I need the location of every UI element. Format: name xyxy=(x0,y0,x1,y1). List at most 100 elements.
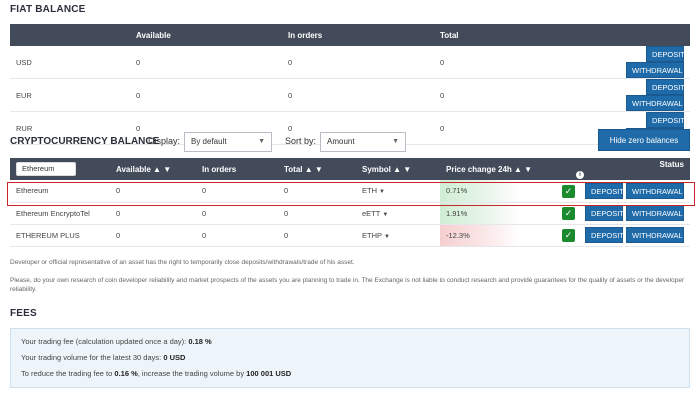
crypto-balance-title: CRYPTOCURRENCY BALANCE xyxy=(10,136,160,147)
display-select-value: By default xyxy=(191,137,227,146)
deposit-button-ethp[interactable]: DEPOSIT xyxy=(585,227,624,243)
fiat-header-total: Total xyxy=(440,30,459,40)
sort-label: Sort by: xyxy=(285,136,317,146)
crypto-toolbar: CRYPTOCURRENCY BALANCE Display: By defau… xyxy=(10,129,690,152)
fees-line-trading-fee: Your trading fee (calculation updated on… xyxy=(21,337,212,346)
fiat-actions: DEPOSITWITHDRAWAL xyxy=(584,46,690,79)
crypto-header-status: Status i xyxy=(552,158,690,180)
crypto-in-orders: 0 xyxy=(202,186,207,196)
fees-line2-text: Your trading volume for the latest 30 da… xyxy=(21,353,164,362)
fiat-header-actions xyxy=(584,24,690,46)
crypto-header-price-change[interactable]: Price change 24h ▲ ▼ xyxy=(440,158,552,180)
crypto-symbol[interactable]: ETHP ▼ xyxy=(356,224,440,246)
fiat-header-in-orders: In orders xyxy=(288,30,323,40)
deposit-button-eth[interactable]: DEPOSIT xyxy=(585,182,624,199)
crypto-available: 0 xyxy=(116,208,121,218)
fiat-total: 0 xyxy=(440,57,445,67)
withdrawal-button-usd[interactable]: WITHDRAWAL xyxy=(626,62,684,78)
crypto-symbol-text: ETHP xyxy=(362,230,383,240)
crypto-name: ETHEREUM PLUS xyxy=(16,230,80,240)
crypto-row-ethp: ETHEREUM PLUS 0 0 0 ETHP ▼ -12.3% ✓ DEPOSI… xyxy=(10,224,690,246)
fiat-available: 0 xyxy=(136,57,141,67)
crypto-symbol[interactable]: ETH ▼ xyxy=(356,180,440,202)
crypto-actions: ✓ DEPOSIT WITHDRAWAL xyxy=(552,180,690,202)
crypto-header-symbol[interactable]: Symbol ▲ ▼ xyxy=(356,158,440,180)
crypto-symbol-text: eETT xyxy=(362,208,381,218)
crypto-actions: ✓ DEPOSIT WITHDRAWAL xyxy=(552,224,690,246)
sort-select[interactable]: Amount ▼ xyxy=(320,132,406,152)
caret-down-icon: ▼ xyxy=(379,189,385,196)
sort-select-value: Amount xyxy=(327,137,355,146)
status-check-icon: ✓ xyxy=(562,229,575,242)
fees-line3-value-a: 0.16 % xyxy=(114,369,138,378)
fiat-row-usd: USD 0 0 0 DEPOSITWITHDRAWAL xyxy=(10,46,690,79)
hide-zero-balances-button[interactable]: Hide zero balances xyxy=(598,129,690,151)
fees-line1-value: 0.18 % xyxy=(188,337,212,346)
crypto-balance-table: Ethereum Available ▲ ▼ In orders Total ▲… xyxy=(10,158,690,247)
notice-text-2: Please, do your own research of coin dev… xyxy=(10,277,685,293)
deposit-button-eur[interactable]: DEPOSIT xyxy=(646,79,685,95)
info-icon[interactable]: i xyxy=(576,170,584,179)
crypto-header-total[interactable]: Total ▲ ▼ xyxy=(278,158,356,180)
status-check-icon: ✓ xyxy=(562,207,575,220)
fees-line3-text-a: To reduce the trading fee to xyxy=(21,369,115,378)
deposit-button-eett[interactable]: DEPOSIT xyxy=(585,205,624,221)
deposit-button-usd[interactable]: DEPOSIT xyxy=(646,46,685,62)
fees-line3-text-b: , increase the trading volume by xyxy=(137,369,247,378)
crypto-price-change: 0.71% xyxy=(440,180,552,202)
notice-text-1: Developer or official representative of … xyxy=(10,259,355,266)
fees-panel: Your trading fee (calculation updated on… xyxy=(10,328,690,388)
deposit-button-rur[interactable]: DEPOSIT xyxy=(646,112,685,128)
fiat-available: 0 xyxy=(136,90,141,100)
crypto-row-eett: Ethereum EncryptoTel 0 0 0 eETT ▼ 1.91% ✓… xyxy=(10,202,690,224)
crypto-header-in-orders: In orders xyxy=(202,164,237,174)
fiat-in-orders: 0 xyxy=(288,90,293,100)
crypto-symbol-text: ETH xyxy=(362,186,377,196)
fiat-header-available: Available xyxy=(136,30,171,40)
withdrawal-button-eth[interactable]: WITHDRAWAL xyxy=(626,182,684,199)
crypto-header-available[interactable]: Available ▲ ▼ xyxy=(110,158,196,180)
fees-line3-value-b: 100 001 USD xyxy=(246,369,292,378)
crypto-symbol[interactable]: eETT ▼ xyxy=(356,202,440,224)
chevron-down-icon: ▼ xyxy=(258,138,265,145)
crypto-total: 0 xyxy=(284,186,289,196)
display-select[interactable]: By default ▼ xyxy=(184,132,272,152)
fiat-header-row: Available In orders Total xyxy=(10,24,690,46)
crypto-in-orders: 0 xyxy=(202,230,207,240)
fiat-balance-title: FIAT BALANCE xyxy=(10,4,86,15)
crypto-search-input[interactable]: Ethereum xyxy=(16,162,76,176)
fiat-actions: DEPOSITWITHDRAWAL xyxy=(584,79,690,112)
withdrawal-button-eett[interactable]: WITHDRAWAL xyxy=(626,205,684,221)
crypto-header-search: Ethereum xyxy=(10,158,110,180)
withdrawal-button-ethp[interactable]: WITHDRAWAL xyxy=(626,227,684,243)
crypto-total: 0 xyxy=(284,208,289,218)
crypto-price-change: -12.3% xyxy=(440,224,552,246)
crypto-name: Ethereum EncryptoTel xyxy=(16,208,90,218)
status-header-label: Status xyxy=(659,159,684,169)
chevron-down-icon: ▼ xyxy=(392,138,399,145)
crypto-row-eth: Ethereum 0 0 0 ETH ▼ 0.71% ✓ DEPOSIT WITHDR… xyxy=(10,180,690,202)
caret-down-icon: ▼ xyxy=(384,233,390,240)
crypto-name: Ethereum xyxy=(16,186,49,196)
fiat-in-orders: 0 xyxy=(288,57,293,67)
fees-line-volume: Your trading volume for the latest 30 da… xyxy=(21,353,185,362)
withdrawal-button-eur[interactable]: WITHDRAWAL xyxy=(626,95,684,111)
caret-down-icon: ▼ xyxy=(382,211,389,218)
fiat-row-eur: EUR 0 0 0 DEPOSITWITHDRAWAL xyxy=(10,79,690,112)
fiat-total: 0 xyxy=(440,90,445,100)
fiat-header-currency xyxy=(10,24,130,46)
crypto-available: 0 xyxy=(116,186,121,196)
fiat-balance-table: Available In orders Total USD 0 0 0 DEPO… xyxy=(10,24,690,145)
crypto-actions: ✓ DEPOSIT WITHDRAWAL xyxy=(552,202,690,224)
display-label: Display: xyxy=(148,136,181,146)
status-check-icon: ✓ xyxy=(562,184,575,198)
crypto-total: 0 xyxy=(284,230,289,240)
fees-line-reduce: To reduce the trading fee to 0.16 %, inc… xyxy=(21,369,291,378)
fees-title: FEES xyxy=(10,308,37,319)
fiat-currency: USD xyxy=(16,57,32,67)
fees-line1-text: Your trading fee (calculation updated on… xyxy=(21,337,189,346)
fiat-currency: EUR xyxy=(16,90,32,100)
crypto-price-change: 1.91% xyxy=(440,202,552,224)
crypto-in-orders: 0 xyxy=(202,208,207,218)
crypto-available: 0 xyxy=(116,230,121,240)
